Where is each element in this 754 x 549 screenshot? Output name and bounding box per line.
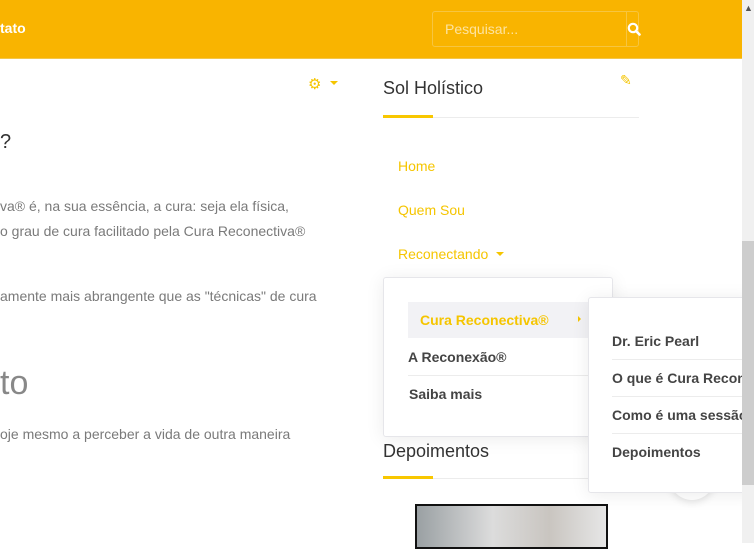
submenu-item-como-e-uma-sessao[interactable]: Como é uma sessão	[612, 407, 747, 423]
nav-item-contato[interactable]: tato	[0, 20, 26, 36]
submenu: Dr. Eric Pearl O que é Cura Reconectiva®…	[588, 297, 754, 493]
divider	[612, 359, 754, 360]
caret-right-icon	[578, 316, 584, 322]
sidebar-title: Sol Holístico	[383, 78, 484, 98]
divider	[408, 375, 588, 376]
dropdown-item-saiba-mais[interactable]: Saiba mais	[409, 386, 482, 402]
section-heading: to	[0, 364, 29, 402]
divider	[612, 396, 754, 397]
submenu-item-dr-eric-pearl[interactable]: Dr. Eric Pearl	[612, 333, 699, 349]
depoimentos-title: Depoimentos	[383, 441, 490, 461]
submenu-item-depoimentos[interactable]: Depoimentos	[612, 444, 701, 460]
search-form	[432, 11, 641, 47]
dropdown-item-cura-reconectiva[interactable]: Cura Reconectiva®	[420, 312, 549, 328]
title-underline	[383, 115, 433, 118]
settings-dropdown[interactable]: ⚙	[308, 75, 338, 94]
caret-down-icon	[496, 252, 504, 260]
scroll-up-icon[interactable]: ▲	[744, 3, 753, 13]
menu-item-reconectando[interactable]: Reconectando	[398, 246, 488, 262]
gear-icon: ⚙	[308, 76, 322, 93]
video-thumbnail[interactable]	[415, 504, 608, 549]
divider	[612, 433, 754, 434]
paragraph-line: va® é, na sua essência, a cura: seja ela…	[0, 198, 289, 214]
menu-item-quem-sou[interactable]: Quem Sou	[398, 202, 465, 218]
paragraph-line: oje mesmo a perceber a vida de outra man…	[0, 426, 291, 442]
paragraph-line: amente mais abrangente que as "técnicas"…	[0, 288, 317, 304]
dropdown-item-a-reconexao[interactable]: A Reconexão®	[408, 349, 507, 365]
search-input[interactable]	[433, 12, 626, 46]
article-heading: ?	[0, 131, 12, 153]
scrollbar-thumb[interactable]	[742, 241, 754, 485]
search-icon	[627, 22, 641, 36]
title-underline	[383, 476, 433, 479]
menu-item-home[interactable]: Home	[398, 158, 435, 174]
edit-icon[interactable]: ✎	[620, 72, 632, 89]
submenu-item-o-que-e[interactable]: O que é Cura Reconectiva®	[612, 370, 754, 386]
caret-down-icon	[329, 80, 338, 89]
search-button[interactable]	[626, 12, 641, 46]
paragraph-line: o grau de cura facilitado pela Cura Reco…	[0, 223, 306, 239]
